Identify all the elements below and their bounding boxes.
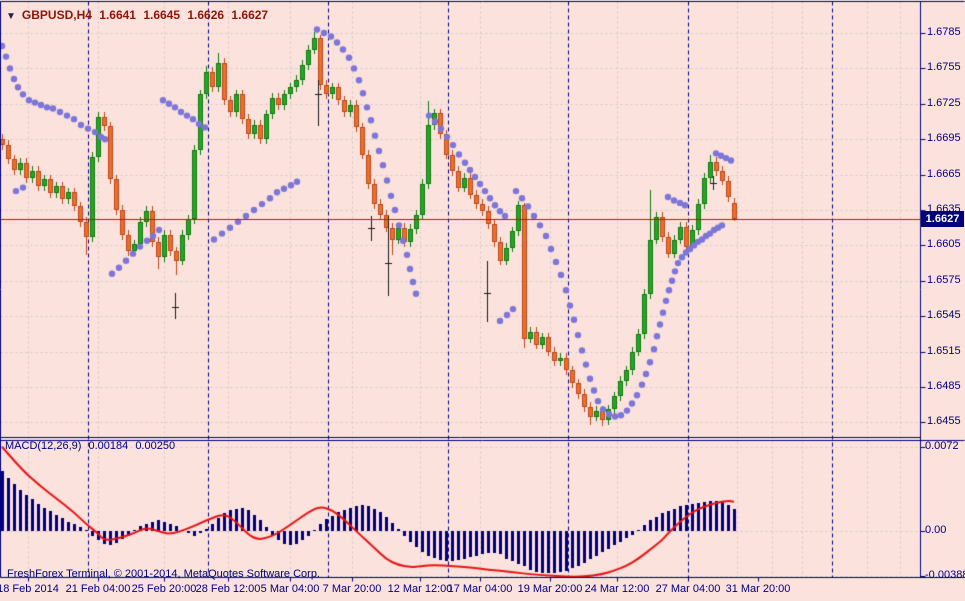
time-axis-label: 18 Feb 2014 xyxy=(0,583,59,595)
price-axis-label: 1.6455 xyxy=(927,415,961,428)
price-chart-canvas[interactable] xyxy=(0,0,965,601)
price-axis-label: 1.6725 xyxy=(927,96,961,109)
ohlc-high: 1.6645 xyxy=(143,8,181,22)
time-axis-label: 24 Mar 12:00 xyxy=(584,583,650,595)
macd-axis-label: 0.00 xyxy=(925,524,947,536)
time-axis-label: 17 Mar 04:00 xyxy=(447,583,513,595)
time-axis-label: 27 Mar 04:00 xyxy=(655,583,721,595)
macd-name: MACD(12,26,9) xyxy=(5,440,82,452)
macd-value: 0.00184 xyxy=(88,440,129,452)
price-axis-label: 1.6695 xyxy=(927,132,961,145)
ohlc-open: 1.6641 xyxy=(99,8,136,22)
ohlc-close: 1.6627 xyxy=(231,8,269,22)
price-axis-label: 1.6485 xyxy=(927,380,961,392)
time-axis-label: 12 Mar 12:00 xyxy=(387,583,453,595)
time-axis-label: 28 Feb 12:00 xyxy=(195,583,261,595)
price-axis-label: 1.6515 xyxy=(927,344,961,357)
price-axis-label: 1.6605 xyxy=(927,238,961,251)
time-axis-label: 5 Mar 04:00 xyxy=(260,583,320,595)
price-axis-label: 1.6635 xyxy=(927,203,961,215)
macd-axis-label: -0.00388 xyxy=(925,569,965,582)
macd-axis-label: 0.0072 xyxy=(925,439,959,452)
macd-indicator-label: MACD(12,26,9) 0.00184 0.00250 xyxy=(5,440,179,452)
price-axis-label: 1.6545 xyxy=(927,309,961,322)
chart-header: ▼ GBPUSD,H4 1.6641 1.6645 1.6626 1.6627 xyxy=(6,8,272,22)
macd-signal-value: 0.00250 xyxy=(135,440,176,452)
time-axis-label: 31 Mar 20:00 xyxy=(725,583,791,595)
symbol-title: GBPUSD,H4 xyxy=(21,8,92,22)
price-axis-label: 1.6575 xyxy=(927,273,961,286)
time-axis-label: 19 Mar 20:00 xyxy=(517,583,583,595)
time-axis-label: 7 Mar 20:00 xyxy=(322,583,382,595)
time-axis-label: 21 Feb 04:00 xyxy=(65,583,131,595)
symbol-dropdown-icon[interactable]: ▼ xyxy=(6,11,16,22)
ohlc-low: 1.6626 xyxy=(187,8,225,22)
terminal-footer-text: FreshForex Terminal, © 2001-2014, MetaQu… xyxy=(7,568,320,580)
price-axis-label: 1.6785 xyxy=(927,26,961,38)
price-axis-label: 1.6755 xyxy=(927,61,961,74)
time-axis-label: 25 Feb 20:00 xyxy=(131,583,197,595)
terminal-chart-window: ▼ GBPUSD,H4 1.6641 1.6645 1.6626 1.6627 M… xyxy=(0,0,965,601)
price-axis-label: 1.6665 xyxy=(927,167,961,180)
